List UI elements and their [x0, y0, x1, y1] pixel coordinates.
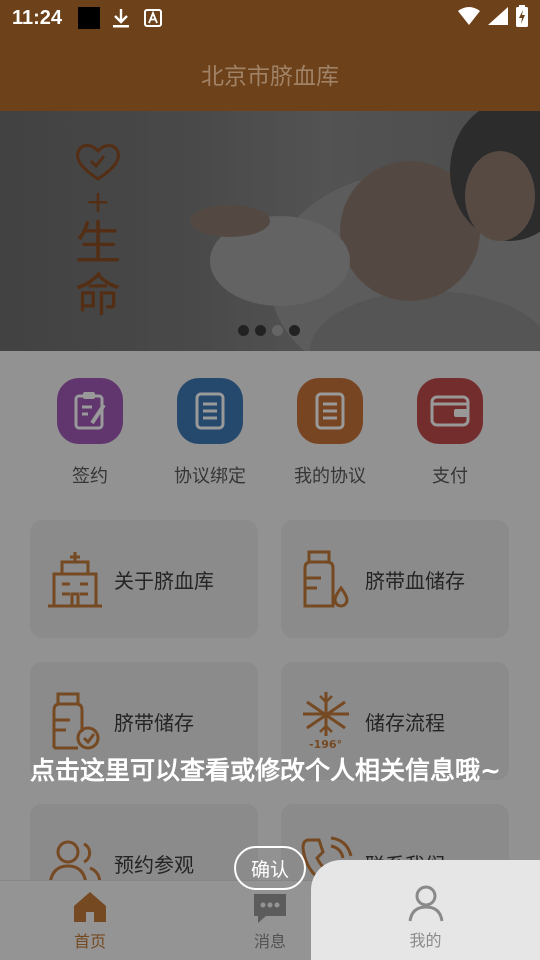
document-icon	[297, 378, 363, 444]
carousel-dot[interactable]	[238, 325, 249, 336]
user-icon	[408, 885, 443, 922]
carousel-dot-active[interactable]	[272, 325, 283, 336]
quick-action-bind-agreement[interactable]: 协议绑定	[150, 378, 270, 488]
quick-action-label: 签约	[72, 466, 108, 487]
quick-action-my-agreement[interactable]: 我的协议	[270, 378, 390, 488]
slogan-char-2: 命	[75, 268, 121, 322]
font-a-icon	[142, 7, 164, 29]
heart-icon	[76, 144, 120, 181]
quick-action-pay[interactable]: 支付	[390, 378, 510, 488]
quick-action-sign[interactable]: 签约	[30, 378, 150, 488]
nav-home[interactable]: 首页	[0, 881, 180, 960]
quick-actions: 签约 协议绑定 我的协议 支付	[30, 378, 510, 488]
document-icon	[177, 378, 243, 444]
home-icon	[74, 891, 106, 922]
card-label: 预约参观	[114, 852, 194, 877]
download-icon	[110, 7, 132, 29]
temperature-label: -196°	[309, 738, 343, 751]
card-label: 储存流程	[365, 710, 445, 735]
app-notification-icon	[78, 7, 101, 29]
nav-mine[interactable]: 我的	[311, 860, 540, 960]
quick-action-label: 支付	[432, 466, 468, 487]
card-cord-blood-storage[interactable]: 脐带血储存	[281, 520, 509, 638]
carousel-dot[interactable]	[255, 325, 266, 336]
card-about[interactable]: 关于脐血库	[30, 520, 258, 638]
wifi-icon	[458, 7, 480, 29]
nav-label: 消息	[253, 931, 286, 951]
slogan-char-1: 生	[75, 216, 121, 270]
quick-action-label: 协议绑定	[174, 466, 246, 487]
page-title: 北京市脐血库	[201, 63, 339, 90]
carousel-dot[interactable]	[289, 325, 300, 336]
slogan-plus: +	[85, 185, 111, 220]
clipboard-sign-icon	[57, 378, 123, 444]
building-icon	[48, 552, 102, 608]
quick-action-label: 我的协议	[294, 466, 366, 487]
card-label: 关于脐血库	[114, 568, 214, 593]
guide-tip: 点击这里可以查看或修改个人相关信息哦~	[30, 756, 501, 785]
confirm-button[interactable]: 确认	[234, 846, 306, 890]
status-time: 11:24	[12, 6, 63, 29]
blood-bottle-icon	[303, 550, 349, 608]
snowflake-icon: -196°	[295, 690, 357, 752]
signal-icon	[488, 7, 508, 29]
card-label: 脐带储存	[114, 710, 194, 735]
nav-label: 我的	[409, 931, 442, 950]
app-header: 北京市脐血库	[0, 36, 540, 111]
guide-highlight: 我的	[311, 860, 540, 960]
carousel-dots	[238, 325, 300, 336]
battery-icon	[516, 5, 528, 31]
message-icon	[254, 893, 286, 923]
bottle-check-icon	[52, 692, 100, 750]
card-label: 脐带血储存	[365, 568, 465, 593]
nav-label: 首页	[73, 931, 106, 951]
wallet-icon	[417, 378, 483, 444]
banner-carousel[interactable]: + 生 命	[0, 111, 540, 351]
status-bar: 11:24	[0, 0, 540, 36]
